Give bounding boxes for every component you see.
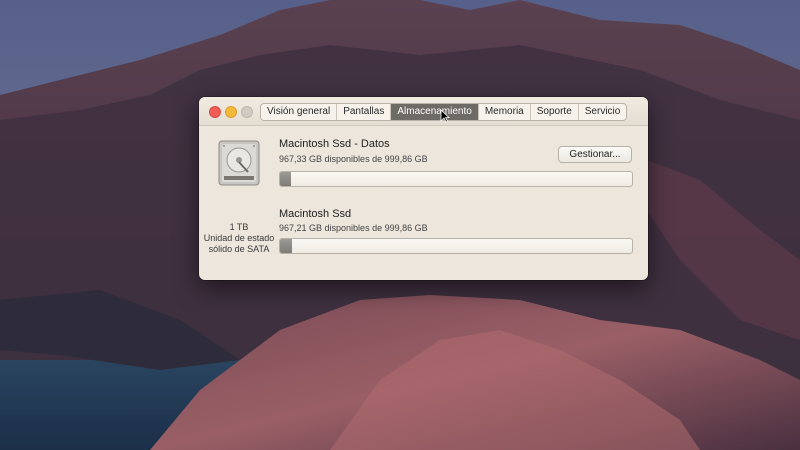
volume-usage-bar <box>279 238 633 254</box>
minimize-icon[interactable] <box>225 106 237 118</box>
hard-disk-icon <box>218 140 260 186</box>
disk-type-line2: sólido de SATA <box>208 244 270 254</box>
disk-type-line1: Unidad de estado <box>203 233 275 243</box>
tab-servicio[interactable]: Servicio <box>579 104 627 120</box>
volume-name: Macintosh Ssd <box>279 208 352 220</box>
desktop-background: Visión general Pantallas Almacenamiento … <box>0 0 800 450</box>
tab-memoria[interactable]: Memoria <box>479 104 531 120</box>
volume-availability: 967,33 GB disponibles de 999,86 GB <box>279 154 428 164</box>
tab-vision-general[interactable]: Visión general <box>261 104 338 120</box>
tab-soporte[interactable]: Soporte <box>531 104 579 120</box>
volume-usage-fill <box>280 172 292 186</box>
volume-availability: 967,21 GB disponibles de 999,86 GB <box>279 223 428 233</box>
close-icon[interactable] <box>209 106 221 118</box>
tab-almacenamiento[interactable]: Almacenamiento <box>391 104 479 120</box>
system-info-window: Visión general Pantallas Almacenamiento … <box>199 97 648 280</box>
tab-pantallas[interactable]: Pantallas <box>337 104 392 120</box>
volume-usage-bar <box>279 171 633 187</box>
zoom-icon <box>241 106 253 118</box>
titlebar: Visión general Pantallas Almacenamiento … <box>199 97 648 126</box>
pointer-cursor-icon <box>440 109 450 123</box>
volume-usage-fill <box>280 239 292 253</box>
volume-name: Macintosh Ssd - Datos <box>279 138 390 150</box>
disk-description: 1 TB Unidad de estado sólido de SATA <box>199 222 279 255</box>
disk-capacity: 1 TB <box>229 222 249 232</box>
manage-button[interactable]: Gestionar... <box>558 146 632 163</box>
storage-panel: 1 TB Unidad de estado sólido de SATA Mac… <box>199 126 648 280</box>
